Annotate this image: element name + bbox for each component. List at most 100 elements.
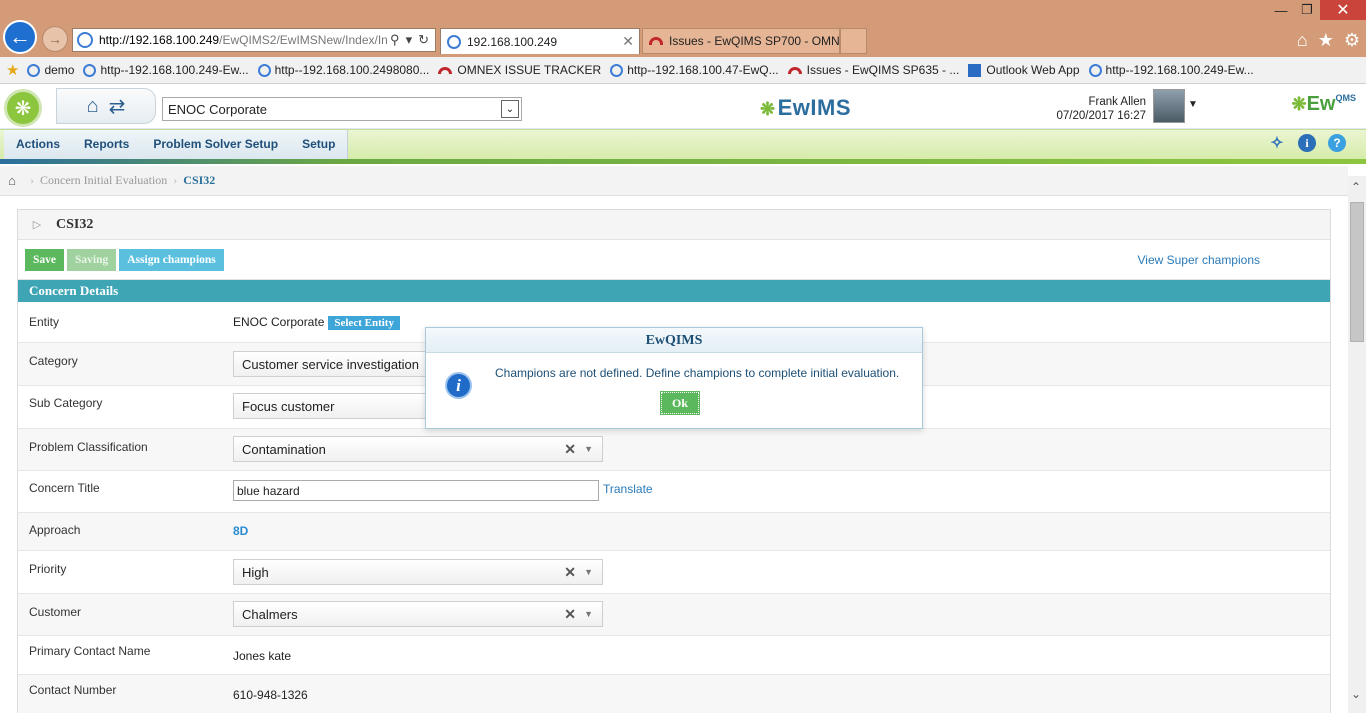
tab-issues[interactable]: Issues - EwQIMS SP700 - OMN...	[642, 28, 840, 54]
favorite-label: http--192.168.100.249-Ew...	[1105, 63, 1254, 77]
favorite-item[interactable]: http--192.168.100.249-Ew...	[1088, 63, 1254, 77]
customer-label: Customer	[29, 605, 82, 619]
classification-select[interactable]: Contamination ✕ ▼	[233, 436, 603, 462]
assign-champions-button[interactable]: Assign champions	[119, 248, 224, 271]
avatar[interactable]	[1153, 89, 1185, 123]
ie-icon	[1088, 63, 1102, 77]
forward-button[interactable]: →	[42, 26, 68, 52]
chevron-up-icon[interactable]: ⌃	[1351, 180, 1361, 194]
restore-icon[interactable]: ❐	[1294, 0, 1320, 20]
saving-button: Saving	[67, 248, 117, 271]
close-window-icon[interactable]: ✕	[1320, 0, 1366, 20]
new-tab-button[interactable]	[840, 28, 867, 54]
omnex-icon	[649, 37, 663, 45]
priority-label: Priority	[29, 562, 67, 576]
entity-text: ENOC Corporate	[233, 315, 325, 329]
category-value: Customer service investigation	[242, 356, 420, 372]
settings-gear-icon[interactable]: ⚙	[1344, 30, 1360, 51]
clear-icon[interactable]: ✕	[564, 441, 576, 458]
contact-name-value: Jones kate	[233, 649, 292, 663]
menu-setup[interactable]: Setup	[290, 130, 347, 160]
row-title: Concern Title blue hazard Translate	[18, 471, 1330, 513]
customer-select[interactable]: Chalmers ✕ ▼	[233, 601, 603, 627]
menu-reports[interactable]: Reports	[72, 130, 141, 160]
help-icon[interactable]: ?	[1328, 134, 1346, 152]
info-icon: i	[445, 372, 472, 399]
classification-value: Contamination	[242, 441, 326, 457]
entity-select[interactable]: ENOC Corporate ⌄	[162, 97, 522, 121]
clear-icon[interactable]: ✕	[564, 564, 576, 581]
favorites-star-icon[interactable]: ★	[1318, 30, 1334, 51]
view-super-champions-link[interactable]: View Super champions	[1137, 253, 1260, 267]
chevron-down-icon[interactable]: ▼	[584, 567, 593, 577]
scroll-thumb[interactable]	[1350, 202, 1364, 342]
menu-actions[interactable]: Actions	[4, 130, 72, 160]
favorite-item[interactable]: http--192.168.100.249-Ew...	[83, 63, 249, 77]
user-name: Frank Allen	[1088, 96, 1146, 108]
scrollbar[interactable]: ⌃ ⌄	[1348, 176, 1366, 713]
browser-titlebar: ← → http://192.168.100.249/EwQIMS2/EwIMS…	[0, 0, 1366, 57]
user-info: Frank Allen 07/20/2017 16:27	[1056, 95, 1146, 123]
favorite-label: http--192.168.100.249-Ew...	[100, 63, 249, 77]
home-icon[interactable]: ⌂	[1297, 30, 1308, 51]
home-icon[interactable]: ⌂	[87, 95, 99, 118]
priority-select[interactable]: High ✕ ▼	[233, 559, 603, 585]
translate-link[interactable]: Translate	[603, 482, 653, 496]
refresh-icon[interactable]: ↻	[418, 32, 429, 48]
breadcrumb-parent[interactable]: Concern Initial Evaluation	[40, 173, 167, 188]
favorite-label: Outlook Web App	[986, 63, 1080, 77]
omnex-icon	[787, 66, 802, 74]
info-icon[interactable]: i	[1298, 134, 1316, 152]
forward-arrow-icon: →	[48, 31, 62, 47]
concern-title-input[interactable]: blue hazard	[233, 480, 599, 501]
dropdown-icon[interactable]: ▾	[406, 32, 413, 48]
search-icon[interactable]: ⚲	[390, 32, 400, 48]
entity-select-value: ENOC Corporate	[168, 101, 267, 117]
ok-button[interactable]: Ok	[660, 391, 700, 415]
save-button[interactable]: Save	[25, 248, 64, 271]
pin-icon[interactable]: ✧	[1268, 134, 1286, 152]
caret-down-icon[interactable]: ▼	[1188, 99, 1198, 110]
favorite-label: Issues - EwQIMS SP635 - ...	[806, 63, 960, 77]
app-logo-icon[interactable]: ❋	[4, 89, 42, 127]
ie-icon	[27, 63, 41, 77]
logo-subtext: QMS	[1335, 93, 1356, 103]
row-contact-name: Primary Contact Name Jones kate	[18, 636, 1330, 675]
burst-icon: ❋	[1291, 94, 1307, 114]
url-host: http://192.168.100.249	[99, 33, 220, 47]
approach-link[interactable]: 8D	[233, 524, 248, 538]
favorite-label: http--192.168.100.47-EwQ...	[627, 63, 779, 77]
ie-icon	[610, 63, 624, 77]
favorite-item[interactable]: Issues - EwQIMS SP635 - ...	[787, 63, 960, 77]
select-entity-button[interactable]: Select Entity	[328, 316, 400, 330]
category-label: Category	[29, 354, 78, 368]
home-icon[interactable]: ⌂	[0, 173, 24, 189]
minimize-icon[interactable]: —	[1268, 0, 1294, 20]
favorite-item[interactable]: demo	[27, 63, 74, 77]
chevron-down-icon[interactable]: ▼	[584, 444, 593, 454]
back-button[interactable]: ←	[3, 20, 37, 54]
clear-icon[interactable]: ✕	[564, 606, 576, 623]
concern-title-label: Concern Title	[29, 481, 100, 495]
refresh-icon[interactable]: ⇄	[109, 94, 126, 119]
chevron-down-icon[interactable]: ⌄	[501, 100, 519, 118]
panel-title: CSI32	[56, 216, 94, 232]
close-tab-icon[interactable]: ✕	[622, 33, 639, 50]
breadcrumb-current: CSI32	[183, 173, 216, 187]
chevron-down-icon[interactable]: ▼	[584, 609, 593, 619]
address-bar[interactable]: http://192.168.100.249/EwQIMS2/EwIMSNew/…	[72, 28, 436, 52]
menu-problem-solver-setup[interactable]: Problem Solver Setup	[141, 130, 290, 160]
favorite-item[interactable]: OMNEX ISSUE TRACKER	[438, 63, 601, 77]
chevron-down-icon[interactable]: ⌄	[1351, 687, 1361, 701]
menu-bar: Actions Reports Problem Solver Setup Set…	[0, 129, 1366, 160]
favorites-add-icon[interactable]: ★	[6, 61, 19, 79]
tab-active[interactable]: 192.168.100.249 ✕	[440, 28, 640, 54]
favorites-bar: ★ demo http--192.168.100.249-Ew... http-…	[0, 57, 1366, 84]
favorite-item[interactable]: http--192.168.100.2498080...	[257, 63, 429, 77]
favorite-item[interactable]: Outlook Web App	[968, 63, 1080, 77]
tab-label: 192.168.100.249	[467, 34, 558, 49]
url-path: /EwQIMS2/EwIMSNew/Index/In	[219, 33, 388, 47]
accent-stripe	[0, 159, 1366, 164]
favorite-item[interactable]: http--192.168.100.47-EwQ...	[610, 63, 779, 77]
expand-toggle-icon[interactable]: ▷	[18, 218, 56, 231]
